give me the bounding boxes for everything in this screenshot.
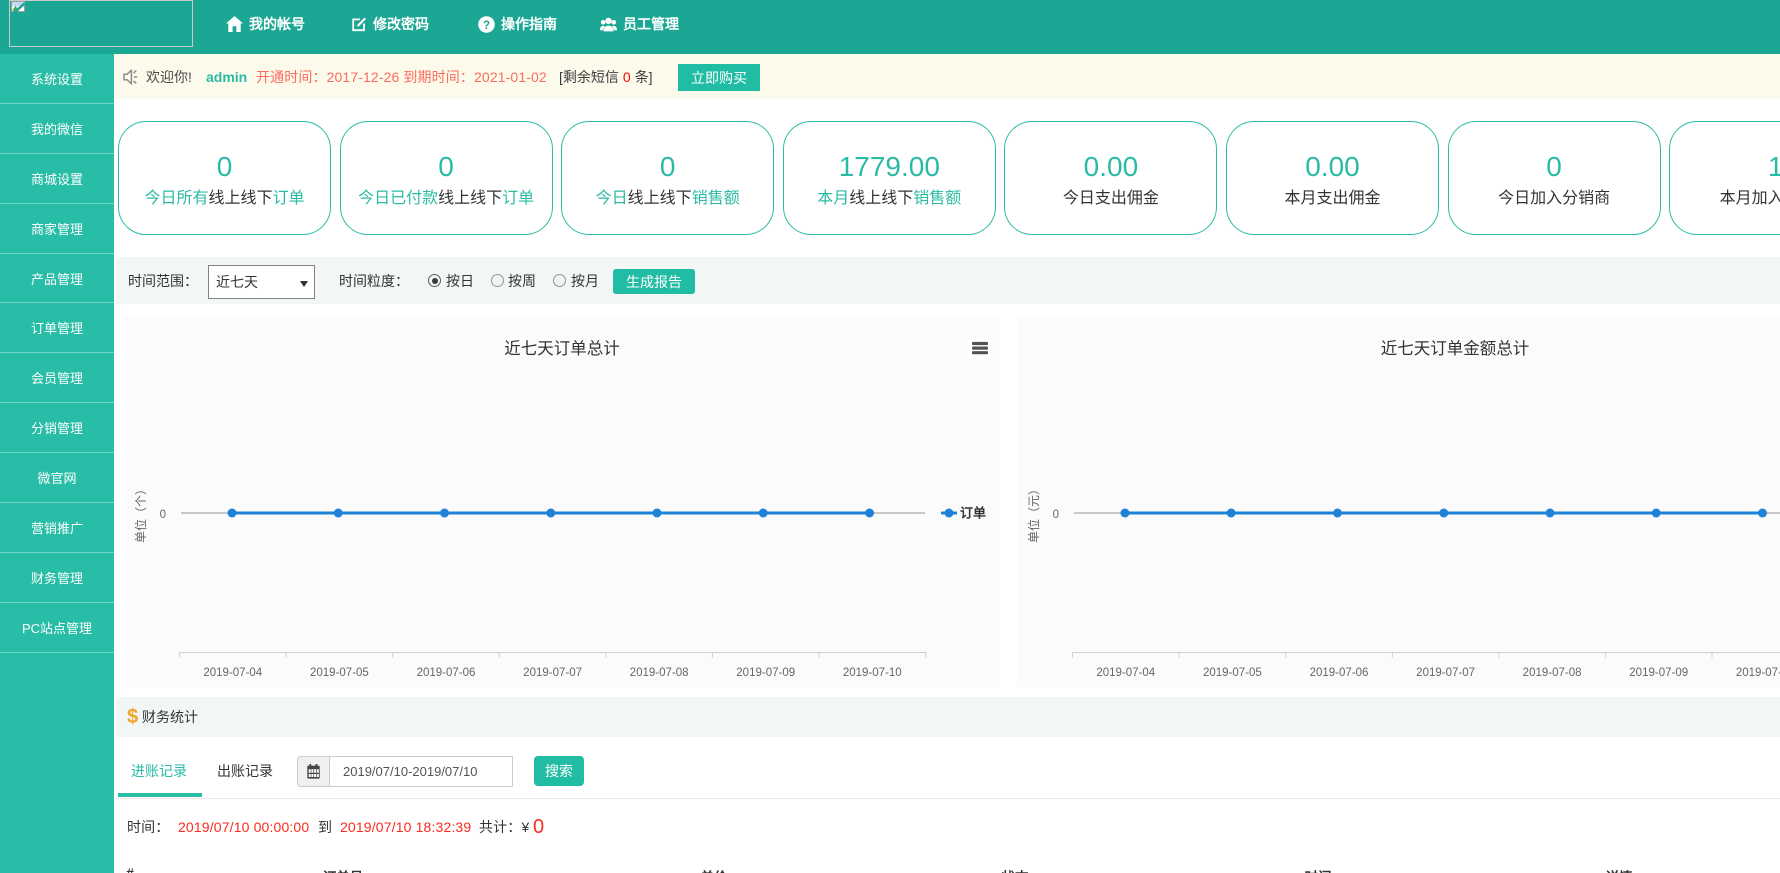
svg-text:2019-07-10: 2019-07-10: [1736, 667, 1780, 679]
svg-text:单位（元）: 单位（元）: [1026, 483, 1041, 543]
svg-text:2019-07-05: 2019-07-05: [310, 667, 369, 679]
svg-text:近七天订单金额总计: 近七天订单金额总计: [1381, 339, 1530, 358]
svg-text:?: ?: [483, 19, 490, 31]
svg-text:2019-07-10: 2019-07-10: [843, 667, 902, 679]
svg-text:2019-07-07: 2019-07-07: [523, 667, 582, 679]
svg-text:2019-07-09: 2019-07-09: [736, 667, 795, 679]
svg-text:2019-07-06: 2019-07-06: [417, 667, 476, 679]
svg-text:2019-07-04: 2019-07-04: [1096, 667, 1155, 679]
svg-text:2019-07-07: 2019-07-07: [1416, 667, 1475, 679]
svg-text:单位（个）: 单位（个）: [133, 483, 148, 543]
svg-text:0: 0: [1053, 509, 1059, 521]
svg-text:2019-07-05: 2019-07-05: [1203, 667, 1262, 679]
svg-text:0: 0: [160, 509, 166, 521]
svg-text:2019-07-08: 2019-07-08: [1523, 667, 1582, 679]
svg-text:近七天订单总计: 近七天订单总计: [504, 339, 620, 358]
svg-text:2019-07-09: 2019-07-09: [1629, 667, 1688, 679]
svg-text:2019-07-06: 2019-07-06: [1310, 667, 1369, 679]
svg-text:2019-07-08: 2019-07-08: [630, 667, 689, 679]
svg-text:订单: 订单: [960, 506, 986, 521]
svg-text:2019-07-04: 2019-07-04: [203, 667, 262, 679]
